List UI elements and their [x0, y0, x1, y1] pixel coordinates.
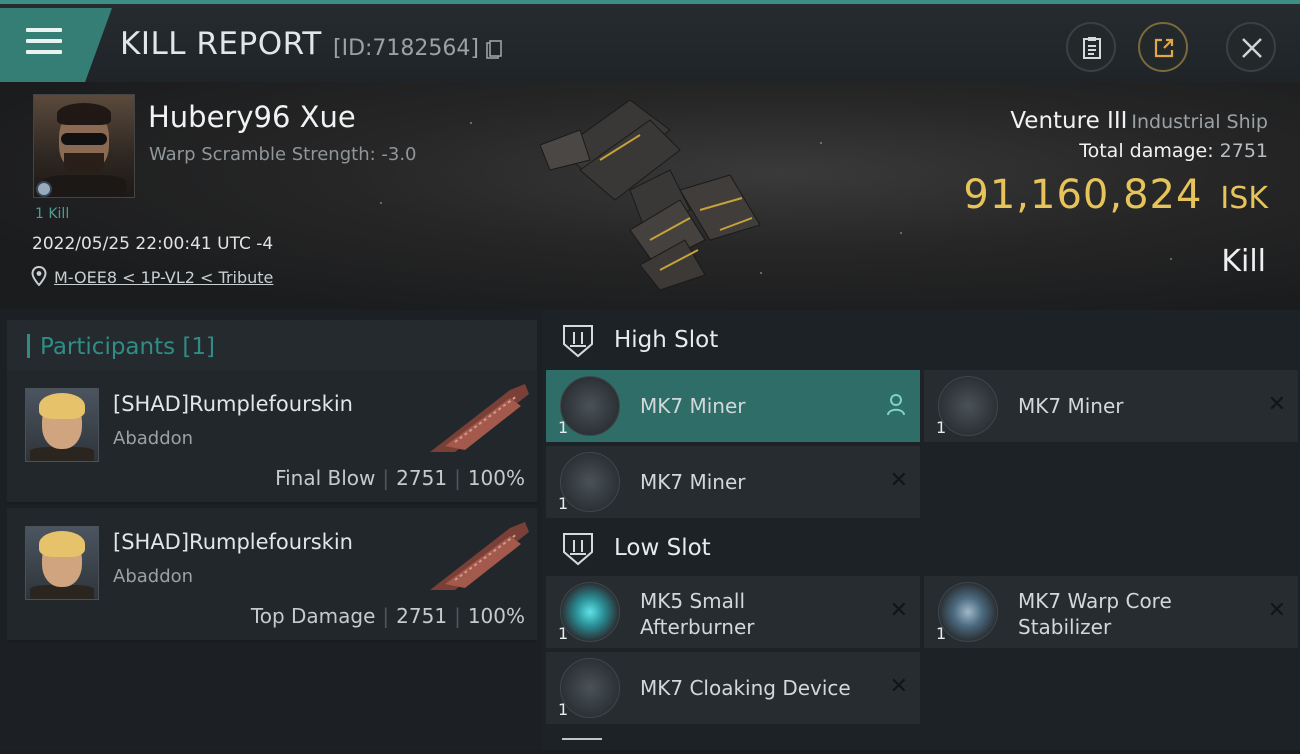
participant-ship: Abaddon [113, 428, 194, 449]
page-title: KILL REPORT [120, 26, 322, 62]
share-button[interactable] [1138, 22, 1188, 72]
participants-panel: Participants [1] [SHAD]Rumplefourskin Ab… [0, 310, 542, 750]
module-slot[interactable]: 1 MK7 Miner [546, 370, 920, 442]
report-id: [ID:7182564] [333, 36, 479, 61]
kill-count: 1 Kill [35, 206, 70, 222]
participant-ship: Abaddon [113, 566, 194, 587]
total-damage-label: Total damage: [1079, 140, 1214, 162]
participant-damage: 2751 [396, 466, 448, 490]
module-slot[interactable]: 1 MK7 Warp Core Stabilizer ✕ [924, 576, 1298, 648]
module-qty: 1 [558, 494, 569, 513]
participant-avatar[interactable] [25, 526, 99, 600]
victim-avatar[interactable] [33, 94, 135, 198]
module-qty: 1 [558, 624, 569, 643]
ship-render [539, 99, 761, 291]
clipboard-button[interactable] [1066, 22, 1116, 72]
module-slot[interactable]: 1 MK5 Small Afterburner ✕ [546, 576, 920, 648]
isk-value: 91,160,824 ISK [963, 172, 1268, 218]
next-slot-header [562, 738, 602, 754]
participant-percent: 100% [467, 466, 525, 490]
total-damage-value: 2751 [1219, 140, 1268, 162]
destroyed-icon: ✕ [889, 674, 908, 699]
copy-icon[interactable] [486, 40, 502, 60]
participant-role: Final Blow [275, 466, 376, 490]
person-icon[interactable] [886, 394, 906, 416]
menu-button[interactable] [0, 8, 112, 82]
module-slot[interactable]: 1 MK7 Miner ✕ [546, 446, 920, 518]
fitting-panel: High Slot 1 MK7 Miner 1 MK7 Miner ✕ 1 MK… [542, 310, 1300, 750]
module-slot[interactable]: 1 MK7 Cloaking Device ✕ [546, 652, 920, 724]
destroyed-icon: ✕ [1267, 598, 1286, 623]
clipboard-icon [1083, 37, 1101, 59]
kill-datetime: 2022/05/25 22:00:41 UTC -4 [32, 234, 274, 254]
participant-name: [SHAD]Rumplefourskin [113, 530, 353, 554]
corp-icon [36, 181, 52, 197]
ship-type: Venture III [1010, 108, 1128, 134]
high-slot-icon [563, 325, 593, 358]
module-slot[interactable]: 1 MK7 Miner ✕ [924, 370, 1298, 442]
module-name: MK7 Miner [640, 470, 746, 494]
victim-name[interactable]: Hubery96 Xue [148, 100, 356, 134]
module-name: MK7 Miner [640, 394, 746, 418]
abaddon-ship-icon [430, 522, 529, 590]
total-damage: Total damage: 2751 [1079, 140, 1268, 162]
close-button[interactable] [1226, 22, 1276, 72]
high-slot-label: High Slot [614, 327, 719, 353]
destroyed-icon: ✕ [889, 598, 908, 623]
afterburner-module-icon [560, 582, 620, 642]
low-slot-label: Low Slot [614, 535, 711, 561]
destroyed-icon: ✕ [1267, 392, 1286, 417]
miner-module-icon [560, 376, 620, 436]
module-name: MK7 Cloaking Device [640, 676, 851, 700]
top-bar: KILL REPORT [ID:7182564] [0, 0, 1300, 82]
module-name: MK7 Warp Core Stabilizer [1018, 589, 1172, 639]
low-slot-icon [563, 533, 593, 566]
participants-title: Participants [1] [40, 334, 215, 360]
warp-core-stabilizer-icon [938, 582, 998, 642]
participants-header: Participants [1] [7, 320, 537, 372]
miner-module-icon [560, 452, 620, 512]
participant-row[interactable]: [SHAD]Rumplefourskin Abaddon Top Damage |… [7, 508, 537, 642]
kill-result: Kill [1221, 244, 1266, 279]
module-name: MK7 Miner [1018, 394, 1124, 418]
participant-stats: Top Damage | 2751 | 100% [250, 604, 525, 628]
participant-percent: 100% [467, 604, 525, 628]
participant-name: [SHAD]Rumplefourskin [113, 392, 353, 416]
share-icon [1154, 38, 1174, 58]
module-name: MK5 Small Afterburner [640, 589, 755, 639]
miner-module-icon [938, 376, 998, 436]
abaddon-ship-icon [430, 384, 529, 452]
isk-amount: 91,160,824 [963, 172, 1203, 218]
destroyed-icon: ✕ [889, 468, 908, 493]
hamburger-icon [26, 28, 62, 61]
kill-summary: Hubery96 Xue Warp Scramble Strength: -3.… [0, 82, 1300, 310]
module-qty: 1 [936, 624, 947, 643]
location-link[interactable]: M-OEE8 < 1P-VL2 < Tribute [54, 268, 273, 287]
participant-avatar[interactable] [25, 388, 99, 462]
module-qty: 1 [558, 418, 569, 437]
module-qty: 1 [936, 418, 947, 437]
participant-role: Top Damage [250, 604, 376, 628]
participant-damage: 2751 [396, 604, 448, 628]
participant-row[interactable]: [SHAD]Rumplefourskin Abaddon Final Blow |… [7, 370, 537, 504]
location-pin-icon [31, 266, 47, 286]
ship-name[interactable]: Venture III Industrial Ship [1010, 108, 1268, 134]
cloaking-device-icon [560, 658, 620, 718]
module-qty: 1 [558, 700, 569, 719]
ship-class: Industrial Ship [1131, 111, 1268, 133]
isk-unit: ISK [1220, 181, 1268, 216]
participant-stats: Final Blow | 2751 | 100% [275, 466, 525, 490]
warp-scramble-strength: Warp Scramble Strength: -3.0 [149, 144, 417, 165]
close-icon [1242, 38, 1262, 58]
